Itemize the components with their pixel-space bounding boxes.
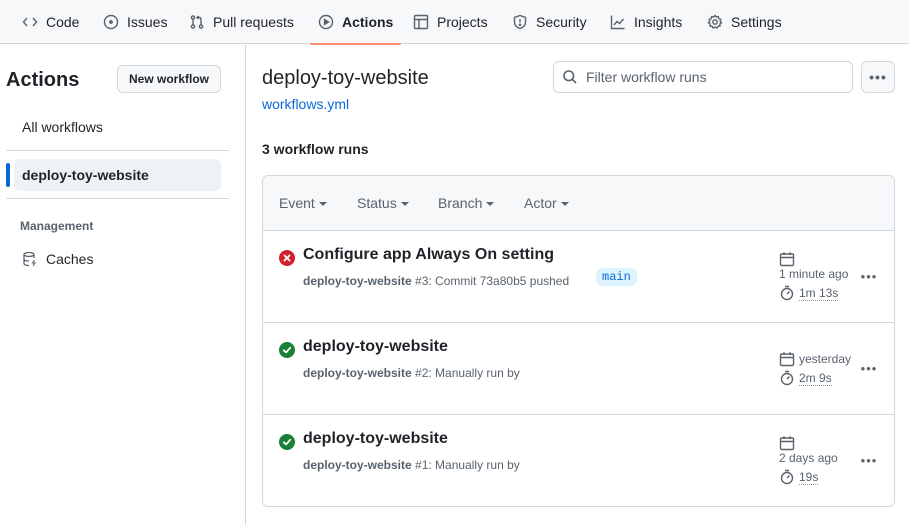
tab-label: Actions [342, 14, 394, 30]
calendar-icon [779, 352, 795, 367]
run-workflow-name: deploy-toy-website [303, 274, 412, 288]
database-icon [23, 251, 37, 267]
tab-code[interactable]: Code [22, 0, 79, 44]
run-options-button[interactable]: ••• [857, 266, 881, 286]
tab-label: Insights [634, 14, 683, 30]
workflow-file-link[interactable]: workflows.yml [262, 96, 349, 112]
status-filter-dropdown[interactable]: Status [357, 195, 409, 211]
event-filter-dropdown[interactable]: Event [279, 195, 327, 211]
run-duration: 19s [799, 469, 819, 485]
new-workflow-button[interactable]: New workflow [117, 65, 221, 93]
caret-down-icon [400, 202, 409, 206]
tab-label: Code [46, 14, 80, 30]
git-pull-request-icon [190, 15, 204, 29]
run-meta: deploy-toy-website #2: Manually run by [303, 366, 520, 380]
actions-sidebar: Actions New workflow All workflows deplo… [0, 45, 246, 525]
run-event-label: #1: Manually run by [415, 458, 520, 472]
tab-issues[interactable]: Issues [103, 0, 167, 44]
stopwatch-icon [780, 469, 794, 485]
filter-label: Actor [524, 195, 557, 211]
caches-label: Caches [46, 251, 94, 267]
run-title[interactable]: deploy-toy-website [303, 430, 448, 448]
sidebar-item-caches[interactable]: Caches [14, 243, 221, 275]
filter-runs-input[interactable] [586, 69, 852, 85]
stopwatch-icon [780, 285, 794, 301]
tab-label: Pull requests [213, 14, 294, 30]
run-meta: deploy-toy-website #3: Commit 73a80b5 pu… [303, 274, 569, 288]
x-circle-fill-icon [279, 250, 295, 266]
branch-badge[interactable]: main [596, 268, 637, 286]
run-duration: 1m 13s [799, 285, 839, 301]
branch-filter-dropdown[interactable]: Branch [438, 195, 495, 211]
runs-filter-bar: Event Status Branch Actor [263, 176, 894, 231]
gear-icon [707, 14, 723, 29]
run-duration-line: 19s [779, 469, 838, 485]
run-workflow-name: deploy-toy-website [303, 458, 412, 472]
management-heading: Management [20, 219, 94, 233]
runs-count: 3 workflow runs [262, 141, 369, 157]
run-title[interactable]: Configure app Always On setting [303, 246, 554, 264]
sidebar-title: Actions [6, 69, 80, 91]
filter-label: Branch [438, 195, 483, 211]
sidebar-divider [6, 150, 229, 151]
graph-icon [610, 15, 625, 30]
repo-nav: Code Issues Pull requests Actions Projec… [0, 0, 909, 45]
sidebar-item-all-workflows[interactable]: All workflows [14, 111, 221, 143]
run-title[interactable]: deploy-toy-website [303, 338, 448, 356]
run-options-button[interactable]: ••• [857, 358, 881, 378]
calendar-icon [779, 252, 795, 267]
issue-opened-icon [103, 14, 119, 30]
tab-label: Projects [437, 14, 488, 30]
run-event-label: #2: Manually run by [415, 366, 520, 380]
check-circle-fill-icon [279, 434, 295, 450]
run-duration: 2m 9s [799, 370, 832, 386]
run-timing: 2 days ago 19s [779, 435, 838, 485]
run-when: 1 minute ago [779, 267, 849, 281]
run-when: 2 days ago [779, 451, 838, 465]
tab-label: Issues [127, 14, 168, 30]
filter-label: Event [279, 195, 315, 211]
workflow-run-row[interactable]: Configure app Always On setting deploy-t… [263, 231, 894, 323]
workflow-title: deploy-toy-website [262, 67, 429, 89]
search-icon [563, 70, 577, 84]
tab-label: Security [536, 14, 587, 30]
run-meta: deploy-toy-website #1: Manually run by [303, 458, 520, 472]
run-workflow-name: deploy-toy-website [303, 366, 412, 380]
workflow-runs-list: Event Status Branch Actor Configure app … [262, 175, 895, 507]
run-when-line: yesterday [779, 351, 851, 367]
table-icon [413, 14, 429, 30]
run-when: yesterday [799, 352, 852, 366]
actor-filter-dropdown[interactable]: Actor [524, 195, 569, 211]
run-timing: 1 minute ago 1m 13s [779, 251, 848, 301]
sidebar-item-deploy-toy-website[interactable]: deploy-toy-website [14, 159, 221, 191]
run-duration-line: 2m 9s [779, 370, 851, 386]
filter-label: Status [357, 195, 397, 211]
run-timing: yesterday 2m 9s [779, 351, 851, 386]
play-icon [318, 14, 334, 30]
caret-down-icon [560, 202, 569, 206]
caret-down-icon [318, 202, 327, 206]
check-circle-fill-icon [279, 342, 295, 358]
tab-actions[interactable]: Actions [309, 0, 402, 45]
more-options-button[interactable]: ••• [861, 61, 895, 93]
selected-indicator [6, 163, 10, 187]
tab-pull-requests[interactable]: Pull requests [189, 0, 294, 44]
run-options-button[interactable]: ••• [857, 450, 881, 470]
calendar-icon [779, 436, 795, 451]
workflow-run-row[interactable]: deploy-toy-website deploy-toy-website #1… [263, 415, 894, 506]
shield-icon [513, 14, 527, 30]
stopwatch-icon [780, 370, 794, 386]
sidebar-divider [6, 198, 229, 199]
run-duration-line: 1m 13s [779, 285, 848, 301]
filter-runs-field[interactable] [553, 61, 853, 93]
tab-security[interactable]: Security [512, 0, 587, 44]
tab-insights[interactable]: Insights [610, 0, 682, 44]
tab-projects[interactable]: Projects [413, 0, 488, 44]
code-icon [22, 17, 38, 27]
tab-settings[interactable]: Settings [707, 0, 782, 44]
tab-label: Settings [731, 14, 782, 30]
run-event-label: #3: Commit 73a80b5 pushed [415, 274, 570, 288]
workflow-run-row[interactable]: deploy-toy-website deploy-toy-website #2… [263, 323, 894, 415]
caret-down-icon [486, 202, 495, 206]
